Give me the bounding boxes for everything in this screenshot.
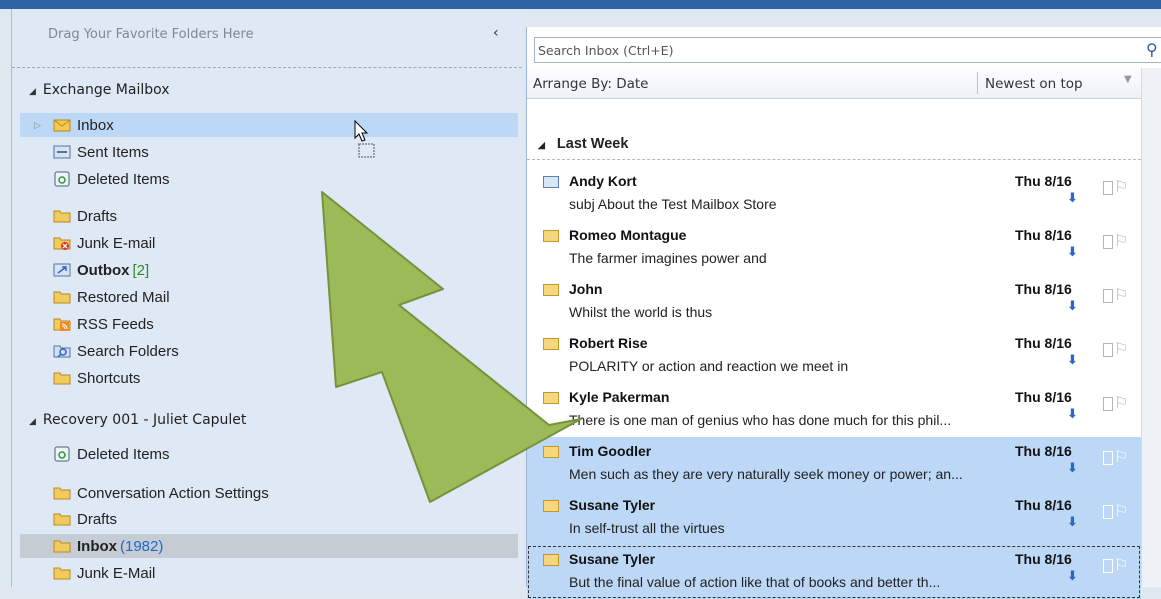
category-icon[interactable]: [1103, 451, 1113, 465]
arrange-by-bar[interactable]: Arrange By: Date Newest on top ▼: [527, 68, 1141, 99]
folder-search-folders[interactable]: Search Folders: [53, 339, 179, 363]
collapse-triangle-icon[interactable]: ◢: [538, 140, 545, 150]
inbox-icon: [53, 119, 71, 132]
favorites-hint: Drag Your Favorite Folders Here: [48, 27, 254, 42]
inbox-unread-count: (1982): [120, 537, 164, 555]
folder-icon: [53, 487, 71, 500]
message-row[interactable]: Andy Kort Thu 8/16 subj About the Test M…: [527, 167, 1141, 221]
folder-recovery-inbox[interactable]: Inbox (1982): [20, 534, 518, 558]
message-row[interactable]: Susane Tyler Thu 8/16 In self-trust all …: [527, 491, 1141, 545]
favorites-drop-zone[interactable]: Drag Your Favorite Folders Here ‹: [12, 9, 522, 68]
unread-envelope-icon: [543, 284, 559, 296]
low-importance-icon: ⬇: [1067, 245, 1078, 260]
folder-recovery-drafts[interactable]: Drafts: [53, 507, 117, 531]
read-envelope-icon: [543, 176, 559, 188]
category-icon[interactable]: [1103, 559, 1113, 573]
message-row[interactable]: Kyle Pakerman Thu 8/16 There is one man …: [527, 383, 1141, 437]
low-importance-icon: ⬇: [1067, 299, 1078, 314]
category-icon[interactable]: [1103, 181, 1113, 195]
deleted-items-icon: [54, 171, 70, 187]
folder-recovery-junk-email[interactable]: Junk E-Mail: [53, 561, 155, 585]
category-icon[interactable]: [1103, 397, 1113, 411]
folder-outbox[interactable]: Outbox [2]: [53, 258, 149, 282]
search-folder-icon: [53, 345, 71, 358]
message-list-pane: Search Inbox (Ctrl+E) ⚲ Arrange By: Date…: [526, 27, 1161, 599]
category-icon[interactable]: [1103, 235, 1113, 249]
folder-conversation-action-settings[interactable]: Conversation Action Settings: [53, 481, 269, 505]
folder-icon: [53, 567, 71, 580]
flag-icon[interactable]: ⚐: [1114, 177, 1128, 196]
unread-envelope-icon: [543, 554, 559, 566]
sort-dropdown-icon[interactable]: ▼: [1124, 74, 1132, 85]
search-placeholder: Search Inbox (Ctrl+E): [538, 43, 674, 58]
search-input[interactable]: Search Inbox (Ctrl+E) ⚲: [534, 37, 1161, 63]
mouse-cursor-icon: [354, 120, 375, 158]
flag-icon[interactable]: ⚐: [1114, 447, 1128, 466]
section-recovery-juliet-capulet[interactable]: ◢ Recovery 001 - Juliet Capulet: [29, 412, 246, 428]
arrange-divider: [977, 72, 978, 94]
unread-envelope-icon: [543, 446, 559, 458]
flag-icon[interactable]: ⚐: [1114, 231, 1128, 250]
sent-items-icon: [53, 145, 71, 159]
flag-icon[interactable]: ⚐: [1114, 339, 1128, 358]
message-row[interactable]: John Thu 8/16 Whilst the world is thus ⬇…: [527, 275, 1141, 329]
low-importance-icon: ⬇: [1067, 407, 1078, 422]
folder-junk-email[interactable]: Junk E-mail: [53, 231, 155, 255]
message-row[interactable]: Susane Tyler Thu 8/16 But the final valu…: [527, 545, 1141, 599]
sort-order-label[interactable]: Newest on top: [985, 76, 1083, 92]
flag-icon[interactable]: ⚐: [1114, 393, 1128, 412]
flag-icon[interactable]: ⚐: [1114, 555, 1128, 574]
outbox-count: [2]: [132, 261, 150, 279]
folder-icon: [53, 291, 71, 304]
folder-deleted-items[interactable]: Deleted Items: [53, 167, 170, 191]
junk-icon: [53, 237, 71, 250]
collapse-triangle-icon[interactable]: ◢: [29, 87, 36, 97]
unread-envelope-icon: [543, 338, 559, 350]
window-top-border: [0, 0, 1161, 9]
folder-drafts[interactable]: Drafts: [53, 204, 117, 228]
navigation-pane: Drag Your Favorite Folders Here ‹ ◢ Excha…: [11, 9, 522, 587]
section-exchange-mailbox[interactable]: ◢ Exchange Mailbox: [29, 82, 170, 98]
folder-icon: [53, 372, 71, 385]
low-importance-icon: ⬇: [1067, 353, 1078, 368]
folder-restored-mail[interactable]: Restored Mail: [53, 285, 170, 309]
outbox-icon: [53, 263, 71, 277]
folder-rss-feeds[interactable]: RSS Feeds: [53, 312, 154, 336]
folder-shortcuts[interactable]: Shortcuts: [53, 366, 140, 390]
category-icon[interactable]: [1103, 505, 1113, 519]
search-icon[interactable]: ⚲: [1146, 40, 1158, 59]
unread-envelope-icon: [543, 500, 559, 512]
flag-icon[interactable]: ⚐: [1114, 285, 1128, 304]
low-importance-icon: ⬇: [1067, 569, 1078, 584]
unread-envelope-icon: [543, 230, 559, 242]
unread-envelope-icon: [543, 392, 559, 404]
folder-icon: [53, 513, 71, 526]
low-importance-icon: ⬇: [1067, 461, 1078, 476]
arrange-by-label[interactable]: Arrange By: Date: [533, 76, 648, 92]
collapse-pane-button[interactable]: ‹: [493, 25, 499, 41]
folder-sent-items[interactable]: Sent Items: [53, 140, 149, 164]
message-row[interactable]: Robert Rise Thu 8/16 POLARITY or action …: [527, 329, 1141, 383]
folder-icon: [53, 540, 71, 553]
deleted-items-icon: [54, 446, 70, 462]
low-importance-icon: ⬇: [1067, 515, 1078, 530]
folder-icon: [53, 210, 71, 223]
collapse-triangle-icon[interactable]: ◢: [29, 417, 36, 427]
vertical-scrollbar[interactable]: [1141, 68, 1161, 587]
expand-triangle-icon[interactable]: ▷: [34, 120, 41, 131]
rss-icon: [53, 318, 71, 331]
group-header-last-week[interactable]: ◢ Last Week: [527, 129, 1141, 160]
folder-inbox[interactable]: ▷ Inbox: [20, 113, 518, 137]
category-icon[interactable]: [1103, 343, 1113, 357]
low-importance-icon: ⬇: [1067, 191, 1078, 206]
folder-recovery-deleted-items[interactable]: Deleted Items: [53, 442, 170, 466]
message-row[interactable]: Romeo Montague Thu 8/16 The farmer imagi…: [527, 221, 1141, 275]
message-row[interactable]: Tim Goodler Thu 8/16 Men such as they ar…: [527, 437, 1141, 491]
category-icon[interactable]: [1103, 289, 1113, 303]
flag-icon[interactable]: ⚐: [1114, 501, 1128, 520]
